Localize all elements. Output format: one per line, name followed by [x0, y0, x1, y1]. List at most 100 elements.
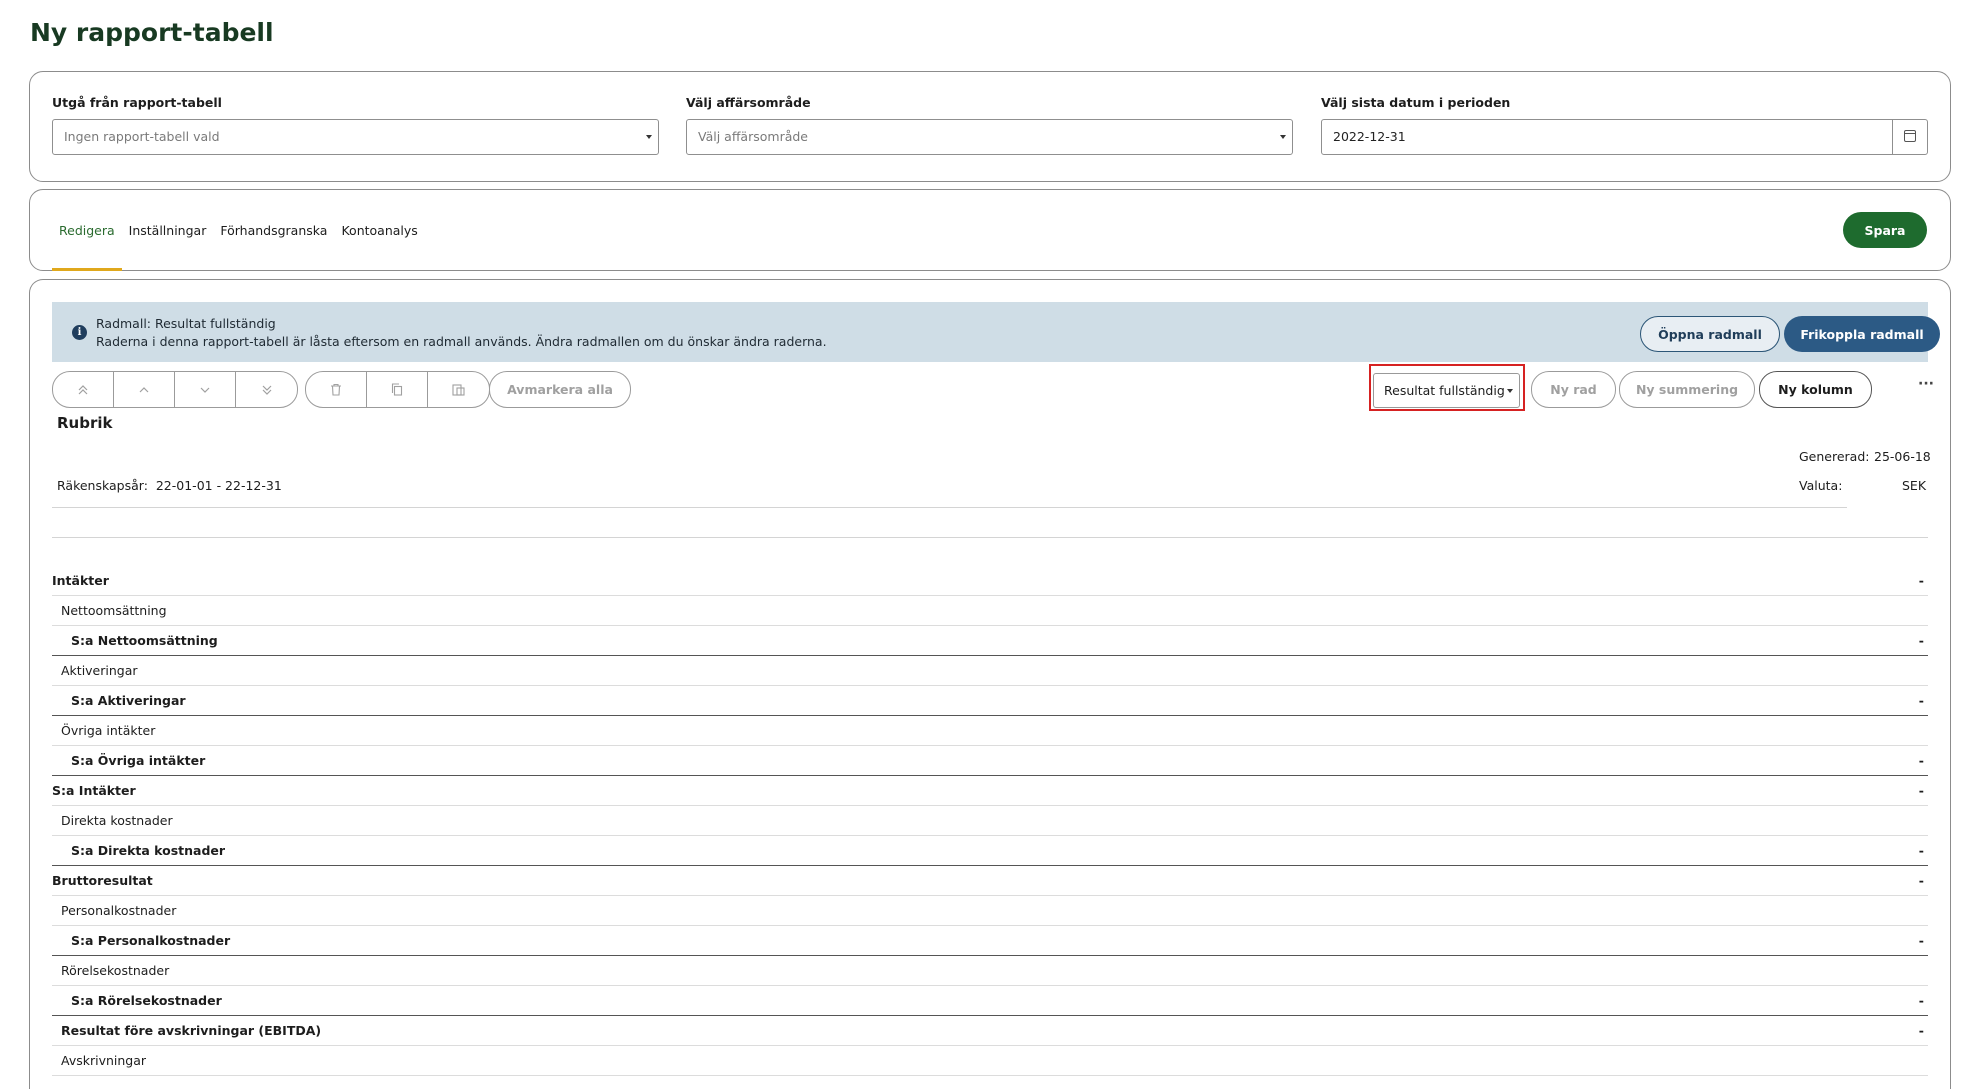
row-value: - — [1918, 693, 1924, 708]
fiscal-year: Räkenskapsår: 22-01-01 - 22-12-31 — [57, 478, 282, 493]
row-value: - — [1918, 573, 1924, 588]
table-row[interactable]: Resultat före avskrivningar (EBITDA) - — [52, 1016, 1928, 1046]
row-label: Övriga intäkter — [61, 723, 156, 738]
open-template-button[interactable]: Öppna radmall — [1640, 316, 1780, 352]
area-label: Välj affärsområde — [686, 95, 811, 110]
save-button[interactable]: Spara — [1843, 212, 1927, 248]
divider — [52, 537, 1928, 538]
row-label: Rörelsekostnader — [61, 963, 170, 978]
row-value: - — [1918, 783, 1924, 798]
delete-icon — [331, 383, 341, 396]
new-column-button[interactable]: Ny kolumn — [1759, 371, 1872, 408]
paste-icon — [452, 384, 465, 396]
fiscal-value: 22-01-01 - 22-12-31 — [155, 478, 282, 493]
row-label: Intäkter — [52, 573, 109, 588]
table-row[interactable]: Övriga intäkter — [52, 716, 1928, 746]
date-input[interactable]: 2022-12-31 — [1321, 119, 1928, 155]
fiscal-label: Räkenskapsår: — [57, 478, 148, 493]
move-toolbar — [52, 371, 298, 408]
tab-forhandsgranska[interactable]: Förhandsgranska — [213, 190, 334, 271]
edit-toolbar — [305, 371, 490, 408]
table-row[interactable]: Avskrivningar — [52, 1046, 1928, 1076]
highlight-box — [1369, 364, 1525, 411]
move-down-button[interactable] — [175, 372, 236, 407]
row-label: Nettoomsättning — [61, 603, 167, 618]
move-up-button[interactable] — [114, 372, 175, 407]
calendar-button[interactable] — [1892, 120, 1927, 154]
table-row[interactable]: Personalkostnader — [52, 896, 1928, 926]
row-value: - — [1918, 873, 1924, 888]
date-label: Välj sista datum i perioden — [1321, 95, 1511, 110]
row-label: S:a Direkta kostnader — [71, 843, 226, 858]
row-label: S:a Aktiveringar — [71, 693, 186, 708]
table-row[interactable]: S:a Övriga intäkter - — [52, 746, 1928, 776]
more-options-icon[interactable]: ··· — [1918, 376, 1934, 392]
row-value: - — [1918, 753, 1924, 768]
row-value: - — [1918, 1023, 1924, 1038]
calendar-icon — [1904, 130, 1916, 142]
chevron-down-icon — [646, 135, 652, 139]
generated-value: 25-06-18 — [1874, 449, 1931, 464]
table-row[interactable]: Intäkter - — [52, 566, 1928, 596]
table-row[interactable]: Nettoomsättning — [52, 596, 1928, 626]
chevron-down-icon — [1280, 135, 1286, 139]
table-row[interactable]: S:a Aktiveringar - — [52, 686, 1928, 716]
table-row[interactable]: Aktiveringar — [52, 656, 1928, 686]
row-label: S:a Personalkostnader — [71, 933, 231, 948]
row-value: - — [1918, 933, 1924, 948]
report-heading: Rubrik — [57, 414, 113, 432]
move-top-button[interactable] — [53, 372, 114, 407]
table-row[interactable]: S:a Personalkostnader - — [52, 926, 1928, 956]
tab-bar: Redigera Inställningar Förhandsgranska K… — [52, 190, 425, 271]
table-row[interactable]: S:a Rörelsekostnader - — [52, 986, 1928, 1016]
move-bottom-icon — [262, 385, 271, 395]
row-value: - — [1918, 993, 1924, 1008]
source-label: Utgå från rapport-tabell — [52, 95, 222, 110]
editor-card: i Radmall: Resultat fullständig Raderna … — [29, 279, 1951, 1089]
deselect-all-button[interactable]: Avmarkera alla — [489, 371, 631, 408]
table-row[interactable]: S:a Direkta kostnader - — [52, 836, 1928, 866]
row-label: Avskrivningar — [61, 1053, 147, 1068]
row-label: Aktiveringar — [61, 663, 138, 678]
copy-icon — [391, 383, 403, 396]
copy-button[interactable] — [367, 372, 428, 407]
tab-redigera[interactable]: Redigera — [52, 190, 122, 271]
area-field: Välj affärsområde Välj affärsområde — [686, 95, 1293, 155]
info-banner: i Radmall: Resultat fullständig Raderna … — [52, 302, 1940, 362]
table-row[interactable]: Rörelsekostnader — [52, 956, 1928, 986]
filter-card: Utgå från rapport-tabell Ingen rapport-t… — [29, 71, 1951, 182]
row-label: Bruttoresultat — [52, 873, 153, 888]
row-label: Direkta kostnader — [61, 813, 173, 828]
source-field: Utgå från rapport-tabell Ingen rapport-t… — [52, 95, 659, 155]
tab-installningar[interactable]: Inställningar — [122, 190, 214, 271]
new-row-button[interactable]: Ny rad — [1531, 371, 1616, 408]
move-top-icon — [78, 384, 88, 394]
page-title: Ny rapport-tabell — [30, 18, 274, 47]
row-label: S:a Intäkter — [52, 783, 136, 798]
table-row[interactable]: Bruttoresultat - — [52, 866, 1928, 896]
area-select[interactable]: Välj affärsområde — [686, 119, 1293, 155]
row-label: Resultat före avskrivningar (EBITDA) — [61, 1023, 322, 1038]
move-bottom-button[interactable] — [236, 372, 297, 407]
table-row[interactable]: S:a Nettoomsättning - — [52, 626, 1928, 656]
info-title: Radmall: Resultat fullständig — [96, 316, 276, 331]
detach-template-button[interactable]: Frikoppla radmall — [1784, 316, 1940, 352]
date-value: 2022-12-31 — [1333, 129, 1406, 144]
table-row[interactable]: S:a Intäkter - — [52, 776, 1928, 806]
area-placeholder: Välj affärsområde — [698, 129, 808, 144]
move-down-icon — [200, 387, 210, 393]
info-icon: i — [72, 325, 87, 340]
move-up-icon — [139, 386, 149, 392]
tabs-card: Redigera Inställningar Förhandsgranska K… — [29, 189, 1951, 271]
source-select[interactable]: Ingen rapport-tabell vald — [52, 119, 659, 155]
row-label: Personalkostnader — [61, 903, 177, 918]
tab-kontoanalys[interactable]: Kontoanalys — [334, 190, 424, 271]
currency-value: SEK — [1902, 478, 1927, 493]
row-label: S:a Övriga intäkter — [71, 753, 206, 768]
new-summary-button[interactable]: Ny summering — [1619, 371, 1755, 408]
info-text: Raderna i denna rapport-tabell är låsta … — [96, 334, 827, 349]
report-rows: Intäkter - Nettoomsättning S:a Nettoomsättn… — [52, 566, 1928, 1076]
delete-button[interactable] — [306, 372, 367, 407]
table-row[interactable]: Direkta kostnader — [52, 806, 1928, 836]
paste-button[interactable] — [428, 372, 489, 407]
